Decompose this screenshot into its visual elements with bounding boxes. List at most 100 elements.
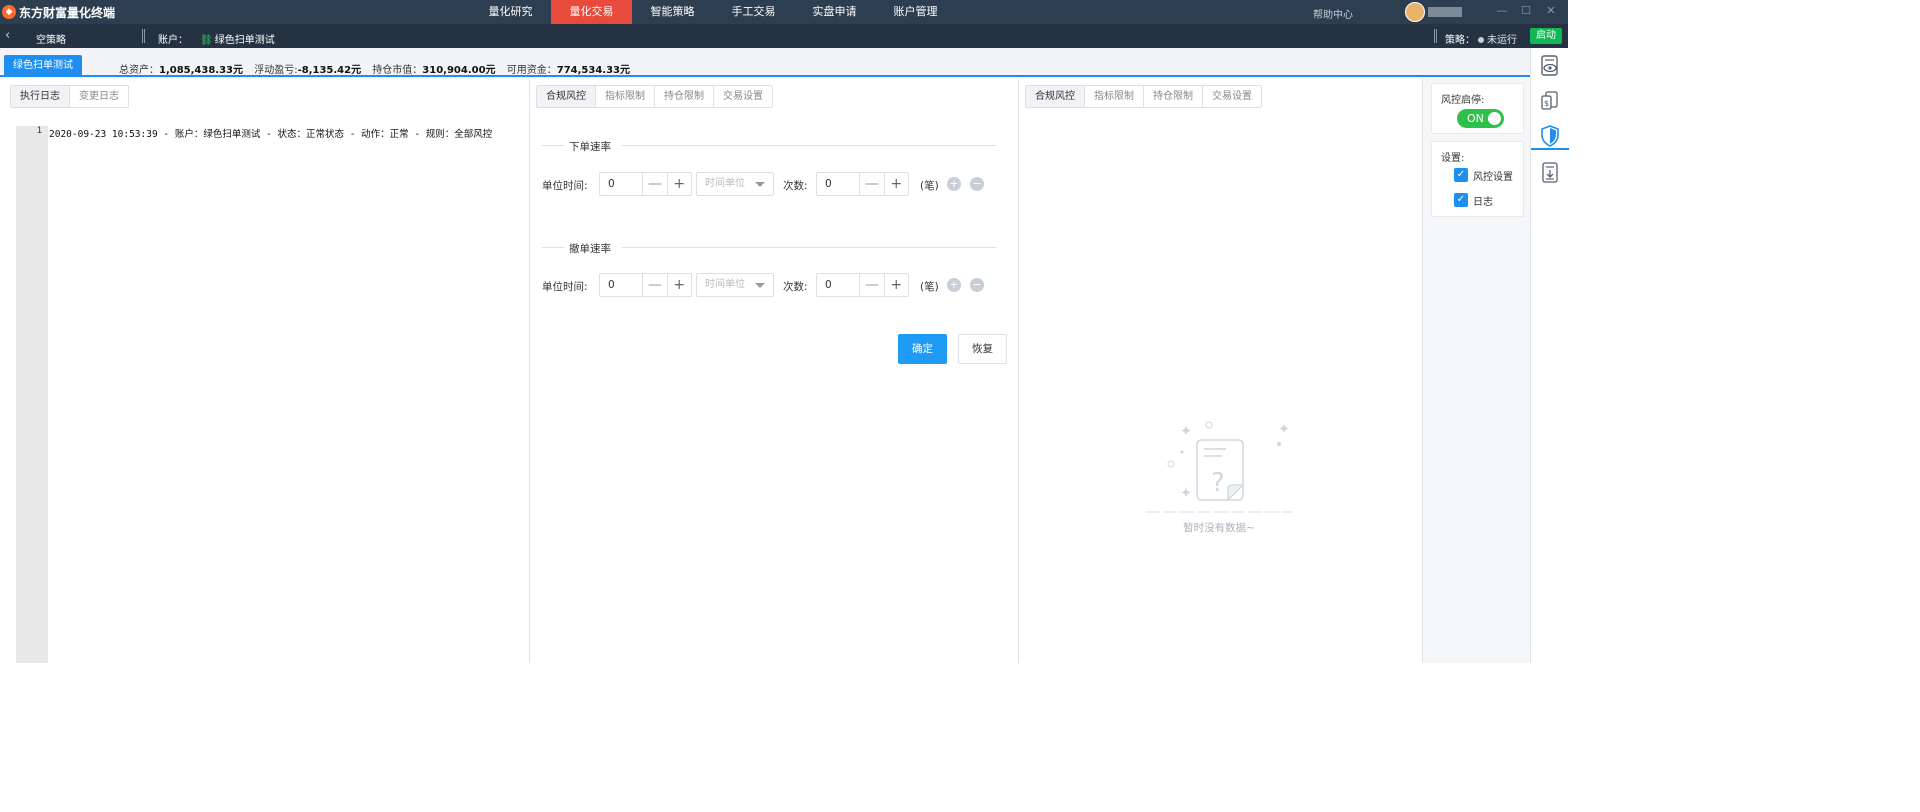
tab-indicator-limit[interactable]: 指标限制 <box>595 86 654 107</box>
available-funds-value: 774,534.33元 <box>556 65 630 76</box>
plus-icon[interactable]: + <box>666 173 691 195</box>
time-unit-placeholder: 时间单位 <box>705 279 745 290</box>
reset-button[interactable]: 恢复 <box>958 334 1007 364</box>
count-stepper[interactable]: 0 — + <box>816 273 909 297</box>
user-avatar[interactable] <box>1405 2 1425 22</box>
empty-state: ? 暂时没有数据~ <box>1144 419 1294 534</box>
risk-tabs: 合规风控 指标限制 持仓限制 交易设置 <box>536 85 773 108</box>
toggle-state: ON <box>1467 112 1484 125</box>
account-link[interactable]: ⛓ 绿色扫单测试 <box>200 31 275 46</box>
line-gutter <box>16 126 48 663</box>
tab-indicator-limit[interactable]: 指标限制 <box>1084 86 1143 107</box>
drag-handle-right[interactable] <box>1434 29 1437 43</box>
time-unit-placeholder: 时间单位 <box>705 178 745 189</box>
nav-item-live-application[interactable]: 实盘申请 <box>794 0 875 24</box>
download-doc-icon[interactable] <box>1531 160 1569 186</box>
order-rate-title: 下单速率 <box>569 141 611 153</box>
tab-trade-settings[interactable]: 交易设置 <box>1202 86 1261 107</box>
account-tab-strip: 绿色扫单测试 总资产：1,085,438.33元 浮动盈亏:-8,135.42元… <box>0 48 1530 77</box>
minus-icon[interactable]: — <box>642 173 666 195</box>
add-rule-icon[interactable]: + <box>947 177 961 191</box>
tab-trade-settings[interactable]: 交易设置 <box>713 86 772 107</box>
unit-time-stepper[interactable]: 0 — + <box>599 273 692 297</box>
checkmark-icon: ✓ <box>1454 168 1468 182</box>
tab-execution-log[interactable]: 执行日志 <box>11 86 69 107</box>
tab-compliance-risk[interactable]: 合规风控 <box>1026 86 1084 107</box>
right-tool-bar: $ <box>1530 48 1569 663</box>
account-name: 绿色扫单测试 <box>214 35 275 46</box>
add-rule-icon[interactable]: + <box>947 278 961 292</box>
strategy-name: 空策略 <box>36 35 66 46</box>
count-input[interactable]: 0 <box>817 274 859 296</box>
minimize-icon[interactable]: — <box>1495 4 1509 18</box>
order-rate-row: 单位时间: 0 — + 时间单位 次数: 0 — + (笔) + − <box>542 172 1002 196</box>
nav-item-research[interactable]: 量化研究 <box>470 0 551 24</box>
account-tab[interactable]: 绿色扫单测试 <box>4 55 82 77</box>
divider <box>622 145 996 146</box>
tab-position-limit[interactable]: 持仓限制 <box>1143 86 1202 107</box>
risk-toggle-card: 风控启停: ON <box>1431 83 1524 134</box>
count-unit: (笔) <box>920 180 939 192</box>
strategy-status: 未运行 <box>1478 31 1517 46</box>
unit-time-stepper[interactable]: 0 — + <box>599 172 692 196</box>
divider <box>622 247 996 248</box>
position-value: 310,904.00元 <box>422 65 496 76</box>
cancel-rate-section: 撤单速率 <box>542 241 996 255</box>
cancel-rate-row: 单位时间: 0 — + 时间单位 次数: 0 — + (笔) + − <box>542 273 1002 297</box>
line-number: 1 <box>36 126 42 136</box>
plus-icon[interactable]: + <box>883 173 908 195</box>
risk-toggle-switch[interactable]: ON <box>1457 109 1504 128</box>
account-label: 账户： <box>158 35 188 46</box>
strategy-label: 策略： <box>1445 35 1475 46</box>
risk-toggle-label: 风控启停: <box>1441 95 1485 106</box>
divider <box>542 145 564 146</box>
confirm-button[interactable]: 确定 <box>898 334 947 364</box>
remove-rule-icon[interactable]: − <box>970 177 984 191</box>
available-funds-label: 可用资金： <box>506 65 557 76</box>
monitor-eye-icon[interactable] <box>1531 53 1569 79</box>
start-button[interactable]: 启动 <box>1530 28 1562 44</box>
time-unit-select[interactable]: 时间单位 <box>696 172 774 196</box>
minus-icon[interactable]: — <box>859 274 883 296</box>
status-dot-icon <box>1478 37 1484 43</box>
main-nav: 量化研究 量化交易 智能策略 手工交易 实盘申请 账户管理 <box>470 0 956 24</box>
minus-icon[interactable]: — <box>859 173 883 195</box>
position-value-label: 持仓市值： <box>372 65 423 76</box>
remove-rule-icon[interactable]: − <box>970 278 984 292</box>
nav-item-smart-strategy[interactable]: 智能策略 <box>632 0 713 24</box>
status-text: 未运行 <box>1487 35 1517 46</box>
order-rate-section: 下单速率 <box>542 139 996 153</box>
top-bar: ◆ 东方财富量化终端 量化研究 量化交易 智能策略 手工交易 实盘申请 账户管理… <box>0 0 1568 24</box>
checkbox-label: 日志 <box>1473 196 1493 208</box>
count-stepper[interactable]: 0 — + <box>816 172 909 196</box>
checkbox-log[interactable]: ✓ 日志 <box>1454 193 1493 208</box>
nav-item-manual-trading[interactable]: 手工交易 <box>713 0 794 24</box>
minus-icon[interactable]: — <box>642 274 666 296</box>
svg-text:$: $ <box>1544 99 1549 108</box>
maximize-icon[interactable]: ☐ <box>1519 4 1533 18</box>
nav-item-trading[interactable]: 量化交易 <box>551 0 632 24</box>
drag-handle[interactable] <box>142 29 145 43</box>
help-center-link[interactable]: 帮助中心 <box>1313 6 1353 21</box>
time-unit-select[interactable]: 时间单位 <box>696 273 774 297</box>
svg-text:?: ? <box>1211 468 1225 498</box>
unit-time-input[interactable]: 0 <box>600 274 642 296</box>
funds-icon[interactable]: $ <box>1531 88 1569 114</box>
risk-preview-panel: 合规风控 指标限制 持仓限制 交易设置 ? 暂时没有数据~ <box>1019 79 1423 663</box>
nav-item-account-management[interactable]: 账户管理 <box>875 0 956 24</box>
strategy-bar: ‹ 空策略 账户： ⛓ 绿色扫单测试 策略： 未运行 <box>0 24 1568 48</box>
cancel-rate-title: 撤单速率 <box>569 243 611 255</box>
count-input[interactable]: 0 <box>817 173 859 195</box>
shield-icon[interactable] <box>1531 124 1569 150</box>
plus-icon[interactable]: + <box>883 274 908 296</box>
back-arrow-icon[interactable]: ‹ <box>5 28 10 43</box>
tab-position-limit[interactable]: 持仓限制 <box>654 86 713 107</box>
close-icon[interactable]: ✕ <box>1544 4 1558 18</box>
checkbox-label: 风控设置 <box>1473 171 1513 183</box>
tab-change-log[interactable]: 变更日志 <box>69 86 128 107</box>
empty-document-icon: ? <box>1146 421 1292 513</box>
tab-compliance-risk[interactable]: 合规风控 <box>537 86 595 107</box>
plus-icon[interactable]: + <box>666 274 691 296</box>
unit-time-input[interactable]: 0 <box>600 173 642 195</box>
checkbox-risk-settings[interactable]: ✓ 风控设置 <box>1454 168 1513 183</box>
